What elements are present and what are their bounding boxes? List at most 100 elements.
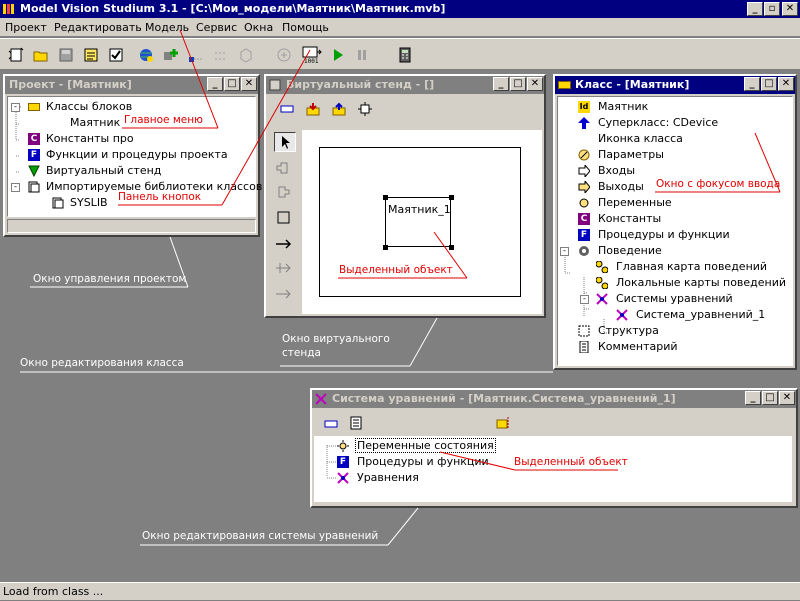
class-item-structure[interactable]: Структура [598,323,659,339]
pause-icon[interactable] [352,45,372,65]
input-arrow-icon[interactable] [275,160,293,179]
new-icon[interactable] [6,45,26,65]
link-icon[interactable] [186,45,206,65]
link-arrow-icon[interactable] [275,286,293,305]
class-item-local-behavior-maps[interactable]: Локальные карты поведений [616,275,786,291]
class-item-equation-systems[interactable]: Системы уравнений [616,291,733,307]
checklist-icon[interactable] [81,45,101,65]
rectangle-icon[interactable] [275,210,293,229]
stand-minimize-button[interactable]: _ [493,77,509,91]
import-icon[interactable] [306,102,320,119]
project-minimize-button[interactable]: _ [207,77,223,91]
add-icon[interactable] [161,45,181,65]
behavior-map-icon [595,276,609,290]
class-item-comment[interactable]: Комментарий [598,339,678,355]
stand-frame-icon[interactable] [280,102,294,119]
play-icon[interactable] [328,45,348,65]
menu-model[interactable]: Модель [145,21,189,34]
menu-edit[interactable]: Редактировать [54,21,142,34]
stand-icon [28,165,40,178]
class-item-main-behavior-map[interactable]: Главная карта поведений [616,259,767,275]
parameters-icon [578,149,590,161]
eq-item-equations[interactable]: Уравнения [357,470,419,486]
stand-maximize-button[interactable]: □ [510,77,526,91]
class-item-constants[interactable]: Константы [598,211,661,227]
tree-item-virtual-stand[interactable]: Виртуальный стенд [46,163,161,179]
save-icon[interactable] [56,45,76,65]
equation-maximize-button[interactable]: □ [762,391,778,405]
selected-object[interactable]: Маятник_1 [385,197,451,247]
cube-icon[interactable] [236,45,256,65]
eq-item-state-variables[interactable]: Переменные состояния [355,438,496,454]
id-icon: Id [578,101,590,113]
run-settings-icon[interactable]: 1001 [302,45,324,65]
inputs-icon [578,163,591,179]
minimize-button[interactable]: _ [747,2,763,16]
collapse-icon[interactable]: - [560,247,569,256]
equations-icon [616,309,628,321]
class-item-icon[interactable]: Иконка класса [598,131,683,147]
class-window-title: Класс - [Маятник] _ □ ✕ [555,76,795,94]
frame-icon[interactable] [324,418,338,433]
project-close-button[interactable]: ✕ [241,77,257,91]
check-icon[interactable] [106,45,126,65]
edit-list-icon[interactable] [496,416,512,433]
grid-icon[interactable] [274,45,294,65]
menu-service[interactable]: Сервис [196,21,237,34]
class-title-icon [558,81,571,89]
class-item-name[interactable]: Маятник [598,99,648,115]
menu-project[interactable]: Проект [5,21,47,34]
tree-item-constants[interactable]: Константы про [46,131,134,147]
constants-icon: C [578,213,590,225]
class-item-parameters[interactable]: Параметры [598,147,664,163]
tree-item-block-classes[interactable]: Классы блоков [46,99,132,115]
stand-canvas[interactable]: Маятник_1 [302,130,542,314]
class-item-outputs[interactable]: Выходы [598,179,644,195]
collapse-icon[interactable]: - [11,103,20,112]
resize-icon[interactable] [358,102,372,119]
annotation-focus-window: Окно с фокусом ввода [656,178,781,190]
calculator-icon[interactable] [395,45,415,65]
open-icon[interactable] [31,45,51,65]
menu-help[interactable]: Помощь [282,21,329,34]
equation-minimize-button[interactable]: _ [745,391,761,405]
pointer-icon[interactable] [274,132,296,152]
superclass-icon [578,117,590,129]
toolbar: 1001 [0,38,800,70]
tree-item-syslib[interactable]: SYSLIB [70,195,108,211]
globe-icon[interactable] [136,45,156,65]
class-item-superclass[interactable]: Суперкласс: CDevice [598,115,718,131]
connection-icon[interactable] [275,236,293,255]
collapse-icon[interactable]: - [580,295,589,304]
align-icon[interactable] [211,45,231,65]
annotation-main-menu: Главное меню [124,114,203,126]
block-classes-icon [28,103,40,111]
tree-item-functions[interactable]: Функции и процедуры проекта [46,147,228,163]
class-close-button[interactable]: ✕ [778,77,794,91]
menu-windows[interactable]: Окна [244,21,273,34]
class-maximize-button[interactable]: □ [761,77,777,91]
project-window-title: Проект - [Маятник] _ □ ✕ [5,76,258,94]
output-arrow-icon[interactable] [275,184,293,203]
eq-item-functions[interactable]: Процедуры и функции [357,454,489,470]
equation-tree: Переменные состояния F Процедуры и функц… [314,436,792,502]
export-icon[interactable] [332,102,346,119]
library-icon [28,181,40,193]
equation-close-button[interactable]: ✕ [779,391,795,405]
stand-close-button[interactable]: ✕ [527,77,543,91]
constants-icon: C [28,133,40,145]
close-button[interactable]: ✕ [782,2,798,16]
tree-item-pendulum[interactable]: Маятник [70,115,120,131]
collapse-icon[interactable]: - [11,183,20,192]
app-title: Model Vision Studium 3.1 - [C:\Мои_модел… [20,2,446,15]
document-icon[interactable] [350,416,362,433]
class-minimize-button[interactable]: _ [744,77,760,91]
branch-icon[interactable] [275,260,293,279]
project-maximize-button[interactable]: □ [224,77,240,91]
class-item-inputs[interactable]: Входы [598,163,635,179]
class-item-behavior[interactable]: Поведение [598,243,662,259]
class-item-equation-system-1[interactable]: Система_уравнений_1 [636,307,765,323]
class-item-variables[interactable]: Переменные [598,195,672,211]
restore-button[interactable]: ▫ [764,2,780,16]
class-item-functions[interactable]: Процедуры и функции [598,227,730,243]
